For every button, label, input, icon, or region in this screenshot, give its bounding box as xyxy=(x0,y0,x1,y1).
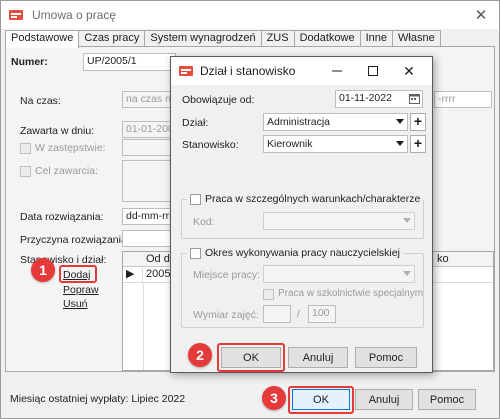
szkolnictwo-label: Praca w szkolnictwie specjalnym xyxy=(278,288,424,299)
grid-header-ko[interactable]: ko xyxy=(434,252,494,267)
teaching-label: Okres wykonywania pracy nauczycielskiej xyxy=(205,247,400,259)
minimize-icon[interactable] xyxy=(321,57,353,85)
szkolnictwo-checkbox[interactable] xyxy=(263,289,274,300)
obowiazuje-date-field[interactable]: 01-11-2022 xyxy=(335,90,423,108)
dzial-label: Dział: xyxy=(182,117,209,129)
popraw-link[interactable]: Popraw xyxy=(63,284,99,296)
dialog-title: Dział i stanowisko xyxy=(200,64,296,78)
close-icon[interactable]: ✕ xyxy=(463,1,499,29)
zawarta-label: Zawarta w dniu: xyxy=(20,125,95,137)
numer-label: Numer: xyxy=(11,56,48,68)
row-selector-icon: ▶ xyxy=(123,267,143,283)
dialog-help-button[interactable]: Pomoc xyxy=(355,347,417,368)
cancel-button[interactable]: Anuluj xyxy=(355,389,413,410)
dodaj-highlight xyxy=(59,265,97,283)
step-badge-2: 2 xyxy=(188,343,212,367)
dialog-titlebar: Dział i stanowisko ✕ xyxy=(171,57,432,85)
data-rozwiazania-field[interactable]: dd-mm-rrrr xyxy=(122,208,172,225)
special-conditions-title: Praca w szczególnych warunkach/charakter… xyxy=(187,193,424,205)
w-zastepstwie-checkbox[interactable] xyxy=(20,143,31,154)
wymiar-label: Wymiar zajęć: xyxy=(193,309,259,321)
stanowisko-select[interactable]: Kierownik xyxy=(263,135,408,153)
grid-divider xyxy=(143,283,144,370)
chevron-down-icon xyxy=(396,119,404,124)
przyczyna-label: Przyczyna rozwiązania: xyxy=(20,234,130,246)
special-conditions-label: Praca w szczególnych warunkach/charakter… xyxy=(205,193,421,205)
chevron-down-icon xyxy=(396,141,404,146)
step-badge-1: 1 xyxy=(31,258,55,282)
przyczyna-field[interactable] xyxy=(122,230,172,247)
last-payment-text: Miesiąc ostatniej wypłaty: Lipiec 2022 xyxy=(10,393,186,405)
dzial-select[interactable]: Administracja xyxy=(263,113,408,131)
window-titlebar: Umowa o pracę ✕ xyxy=(1,1,499,29)
wymiar-denominator-field[interactable]: 100 xyxy=(308,305,336,323)
w-zastepstwie-field[interactable] xyxy=(122,139,172,156)
teaching-title: Okres wykonywania pracy nauczycielskiej xyxy=(187,247,403,259)
tab-wlasne[interactable]: Własne xyxy=(392,30,441,47)
chevron-down-icon xyxy=(403,271,411,276)
tab-inne[interactable]: Inne xyxy=(359,30,394,47)
kod-select[interactable] xyxy=(263,212,415,230)
window-title: Umowa o pracę xyxy=(32,8,117,22)
obowiazuje-label: Obowiązuje od: xyxy=(182,94,255,106)
dialog-cancel-button[interactable]: Anuluj xyxy=(288,347,348,368)
right-date-field[interactable]: -rrrr xyxy=(434,91,492,108)
statusbar: Miesiąc ostatniej wypłaty: Lipiec 2022 O… xyxy=(1,381,499,419)
department-dialog: Dział i stanowisko ✕ Obowiązuje od: 01-1… xyxy=(170,56,433,373)
main-ok-highlight xyxy=(288,386,354,414)
numer-field[interactable]: UP/2005/1 xyxy=(83,53,176,71)
kod-label: Kod: xyxy=(193,216,215,228)
tab-dodatkowe[interactable]: Dodatkowe xyxy=(293,30,361,47)
obowiazuje-value: 01-11-2022 xyxy=(339,92,392,104)
cel-zawarcia-label: Cel zawarcia: xyxy=(35,165,99,177)
dialog-ok-highlight xyxy=(217,343,285,372)
zawarta-field[interactable]: 01-01-2005 xyxy=(122,121,172,138)
app-logo-icon xyxy=(178,63,194,79)
app-logo-icon xyxy=(8,7,24,23)
teaching-checkbox[interactable] xyxy=(190,247,201,259)
usun-link[interactable]: Usuń xyxy=(63,298,88,310)
maximize-icon[interactable] xyxy=(357,57,389,85)
miejsce-label: Miejsce pracy: xyxy=(193,269,261,281)
calendar-icon[interactable] xyxy=(409,93,420,107)
data-rozwiazania-label: Data rozwiązania: xyxy=(20,211,104,223)
cel-zawarcia-checkbox[interactable] xyxy=(20,166,31,177)
wymiar-numerator-field[interactable] xyxy=(263,305,291,323)
na-czas-field[interactable]: na czas nie xyxy=(122,91,172,108)
tab-podstawowe[interactable]: Podstawowe xyxy=(5,30,80,48)
miejsce-select[interactable] xyxy=(263,265,415,283)
stanowisko-value: Kierownik xyxy=(267,138,313,150)
wymiar-slash: / xyxy=(297,308,300,320)
close-icon[interactable]: ✕ xyxy=(393,57,425,85)
help-button[interactable]: Pomoc xyxy=(418,389,476,410)
na-czas-label: Na czas: xyxy=(20,95,61,107)
cel-zawarcia-field[interactable] xyxy=(122,160,172,202)
special-conditions-checkbox[interactable] xyxy=(190,193,201,205)
tab-bar: Podstawowe Czas pracy System wynagrodzeń… xyxy=(5,30,441,48)
tab-zus[interactable]: ZUS xyxy=(260,30,295,47)
add-stanowisko-button[interactable]: + xyxy=(410,135,426,153)
add-dzial-button[interactable]: + xyxy=(410,113,426,131)
dzial-value: Administracja xyxy=(267,116,331,128)
tab-system-wynagrodzen[interactable]: System wynagrodzeń xyxy=(144,30,262,47)
step-badge-3: 3 xyxy=(262,386,286,410)
tab-czas-pracy[interactable]: Czas pracy xyxy=(78,30,146,47)
chevron-down-icon xyxy=(403,218,411,223)
stanowisko-dialog-label: Stanowisko: xyxy=(182,139,239,151)
w-zastepstwie-label: W zastępstwie: xyxy=(35,142,106,154)
